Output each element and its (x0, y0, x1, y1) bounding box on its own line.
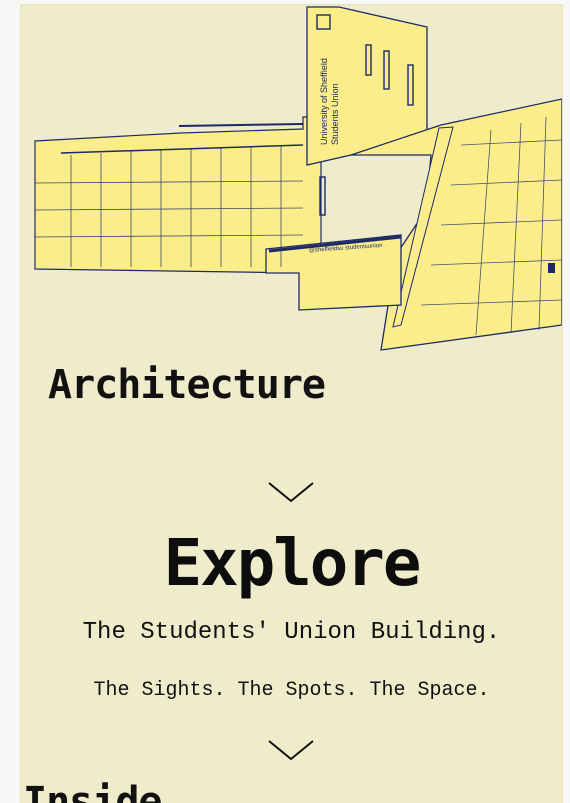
architecture-heading: Architecture (48, 362, 326, 408)
page-container: University of Sheffield Students Union @… (21, 5, 562, 803)
chevron-down-icon[interactable] (268, 481, 314, 503)
building-illustration: University of Sheffield Students Union @… (34, 6, 562, 351)
inside-heading: Inside (23, 779, 162, 803)
explore-subtitle: The Students' Union Building. (82, 619, 501, 646)
chevron-down-icon[interactable] (268, 739, 314, 761)
tower-sign-line-1: University of Sheffield (319, 58, 329, 145)
explore-heading: Explore (163, 527, 422, 601)
tower-sign-line-2: Students Union (330, 83, 340, 145)
explore-tagline: The Sights. The Spots. The Space. (93, 679, 490, 702)
hero-building-image: University of Sheffield Students Union @… (21, 5, 562, 355)
